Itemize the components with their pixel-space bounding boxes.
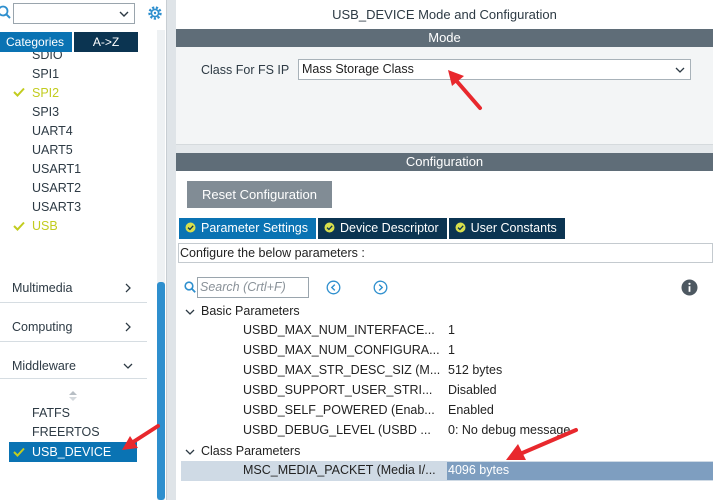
search-icon — [184, 281, 196, 293]
list-item-freertos[interactable]: FREERTOS — [32, 425, 100, 439]
parameter-row[interactable]: USBD_MAX_NUM_INTERFACE... 1 — [181, 321, 713, 341]
chevron-down-icon[interactable] — [118, 8, 130, 20]
check-icon — [13, 87, 25, 97]
parameter-search-row: Search (Crtl+F) — [182, 277, 713, 299]
list-item-spi3[interactable]: SPI3 — [32, 105, 59, 119]
parameter-row[interactable]: USBD_SELF_POWERED (Enab... Enabled — [181, 401, 713, 421]
parameter-name: USBD_MAX_STR_DESC_SIZ (M... — [243, 363, 441, 377]
parameter-row[interactable]: USBD_MAX_NUM_CONFIGURA... 1 — [181, 341, 713, 361]
section-gap — [176, 145, 713, 153]
info-icon[interactable] — [681, 279, 698, 296]
list-item-usart1[interactable]: USART1 — [32, 162, 81, 176]
chevron-down-icon — [185, 449, 195, 455]
parameter-search-input[interactable]: Search (Crtl+F) — [197, 277, 309, 298]
check-icon — [13, 221, 25, 231]
parameter-value[interactable]: Enabled — [448, 403, 494, 417]
parameter-row[interactable]: USBD_DEBUG_LEVEL (USBD ... 0: No debug m… — [181, 421, 713, 441]
reset-configuration-button[interactable]: Reset Configuration — [187, 181, 332, 208]
tab-label: Device Descriptor — [340, 221, 439, 235]
list-item-sdio[interactable]: SDIO — [32, 52, 63, 62]
list-item-label: USB_DEVICE — [32, 445, 112, 459]
divider — [0, 302, 147, 303]
parameter-name: USBD_SUPPORT_USER_STRI... — [243, 383, 433, 397]
parameter-name: USBD_MAX_NUM_CONFIGURA... — [243, 343, 440, 357]
list-item-spi2[interactable]: SPI2 — [32, 86, 59, 100]
section-middleware[interactable]: Middleware — [0, 355, 147, 377]
list-item-usb[interactable]: USB — [32, 219, 58, 233]
parameter-value[interactable]: 0: No debug message — [448, 423, 570, 437]
parameter-value[interactable]: 1 — [448, 323, 455, 337]
panel-splitter[interactable] — [166, 0, 176, 500]
previous-match-icon[interactable] — [326, 280, 341, 295]
check-circle-icon — [324, 222, 335, 233]
configure-instructions: Configure the below parameters : — [178, 243, 713, 263]
category-tabs: Categories A->Z — [0, 32, 138, 52]
configuration-section: Reset Configuration Parameter Settings D… — [176, 171, 713, 500]
parameter-name: USBD_DEBUG_LEVEL (USBD ... — [243, 423, 431, 437]
chevron-right-icon — [125, 283, 131, 293]
group-label: Class Parameters — [201, 444, 301, 458]
section-label: Middleware — [12, 359, 76, 373]
mode-header: Mode — [176, 29, 713, 47]
check-icon — [13, 447, 25, 457]
list-item-usart2[interactable]: USART2 — [32, 181, 81, 195]
list-item-fatfs[interactable]: FATFS — [32, 406, 70, 420]
left-toolbar — [0, 0, 166, 30]
chevron-down-icon — [123, 363, 133, 369]
scroll-arrows-icon[interactable] — [68, 390, 78, 402]
list-item-spi1[interactable]: SPI1 — [32, 67, 59, 81]
chevron-right-icon — [125, 322, 131, 332]
parameter-value[interactable]: Disabled — [448, 383, 497, 397]
gear-icon[interactable] — [146, 4, 164, 22]
right-panel: USB_DEVICE Mode and Configuration Mode C… — [176, 0, 713, 500]
class-for-fs-ip-label: Class For FS IP — [201, 63, 290, 77]
parameter-value[interactable]: 512 bytes — [448, 363, 502, 377]
left-panel: Categories A->Z SDIO SPI1 SPI2 SPI3 UART… — [0, 0, 166, 500]
parameter-value[interactable]: 4096 bytes — [447, 462, 713, 480]
parameter-row[interactable]: USBD_MAX_STR_DESC_SIZ (M... 512 bytes — [181, 361, 713, 381]
section-label: Multimedia — [12, 281, 73, 295]
list-item-uart4[interactable]: UART4 — [32, 124, 73, 138]
parameter-name: USBD_SELF_POWERED (Enab... — [243, 403, 435, 417]
scrollbar-thumb[interactable] — [157, 282, 165, 500]
tab-label: Parameter Settings — [201, 221, 308, 235]
list-item-uart5[interactable]: UART5 — [32, 143, 73, 157]
page-title: USB_DEVICE Mode and Configuration — [332, 7, 557, 22]
chevron-down-icon[interactable] — [674, 64, 686, 76]
group-label: Basic Parameters — [201, 304, 300, 318]
next-match-icon[interactable] — [373, 280, 388, 295]
tab-label: User Constants — [470, 221, 557, 235]
divider — [0, 378, 147, 379]
configuration-tabs: Parameter Settings Device Descriptor Use… — [179, 218, 567, 239]
check-circle-icon — [455, 222, 466, 233]
configure-text: Configure the below parameters : — [180, 246, 365, 260]
tab-user-constants[interactable]: User Constants — [448, 218, 565, 239]
component-search-input[interactable] — [13, 3, 135, 24]
section-multimedia[interactable]: Multimedia — [0, 277, 147, 299]
tab-parameter-settings[interactable]: Parameter Settings — [179, 218, 316, 239]
search-icon — [0, 5, 11, 19]
check-circle-icon — [185, 222, 196, 233]
tab-categories[interactable]: Categories — [0, 32, 72, 52]
section-label: Computing — [12, 320, 73, 334]
mode-section: Class For FS IP Mass Storage Class — [176, 47, 713, 145]
tab-device-descriptor[interactable]: Device Descriptor — [318, 218, 447, 239]
list-item-usart3[interactable]: USART3 — [32, 200, 81, 214]
parameter-row-selected[interactable]: MSC_MEDIA_PACKET (Media I/... 4096 bytes — [181, 461, 713, 481]
parameter-value[interactable]: 1 — [448, 343, 455, 357]
tab-a-to-z[interactable]: A->Z — [74, 32, 138, 52]
list-item-usb-device[interactable]: USB_DEVICE — [9, 442, 137, 462]
configuration-header: Configuration — [176, 153, 713, 171]
chevron-down-icon — [185, 309, 195, 315]
parameter-name: USBD_MAX_NUM_INTERFACE... — [243, 323, 435, 337]
divider — [0, 341, 147, 342]
section-computing[interactable]: Computing — [0, 316, 147, 338]
select-value: Mass Storage Class — [302, 62, 414, 76]
connectivity-list: SDIO SPI1 SPI2 SPI3 UART4 UART5 USART1 U… — [0, 52, 156, 262]
parameter-row[interactable]: USBD_SUPPORT_USER_STRI... Disabled — [181, 381, 713, 401]
parameter-name: MSC_MEDIA_PACKET (Media I/... — [243, 463, 436, 477]
class-for-fs-ip-select[interactable]: Mass Storage Class — [298, 59, 691, 80]
